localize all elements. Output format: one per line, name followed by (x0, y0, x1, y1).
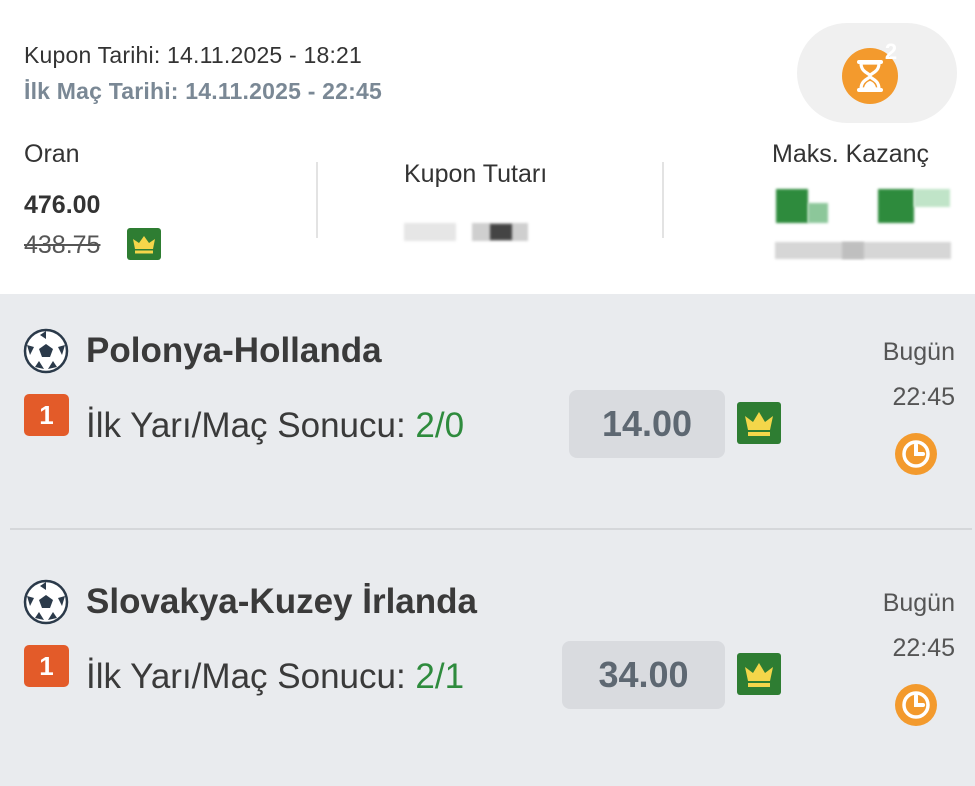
match-item: Slovakya-Kuzey İrlanda 1 İlk Yarı/Maç So… (0, 545, 975, 775)
match-day: Bugün (882, 338, 955, 366)
odds-value: 476.00 (24, 191, 101, 219)
bet-type-badge: 1 (24, 645, 69, 687)
bet-type-badge: 1 (24, 394, 69, 436)
odd-button[interactable]: 14.00 (569, 390, 725, 458)
odds-label: Oran (24, 140, 80, 168)
crown-icon (127, 228, 161, 260)
match-divider (10, 528, 972, 530)
crown-icon (737, 653, 781, 695)
first-match-date: İlk Maç Tarihi: 14.11.2025 - 22:45 (24, 78, 382, 104)
coupon-header: Kupon Tarihi: 14.11.2025 - 18:21 İlk Maç… (0, 0, 975, 294)
clock-icon (895, 433, 937, 475)
football-icon (23, 579, 69, 625)
match-day: Bugün (882, 589, 955, 617)
match-teams: Polonya-Hollanda (86, 331, 382, 370)
bet-label: İlk Yarı/Maç Sonucu: (86, 657, 416, 696)
odds-old-value: 438.75 (24, 231, 101, 259)
stat-divider (662, 162, 664, 238)
match-item: Polonya-Hollanda 1 İlk Yarı/Maç Sonucu: … (0, 294, 975, 530)
bet-label: İlk Yarı/Maç Sonucu: (86, 406, 416, 445)
stake-label: Kupon Tutarı (404, 160, 548, 188)
coupon-date: Kupon Tarihi: 14.11.2025 - 18:21 (24, 42, 363, 68)
football-icon (23, 328, 69, 374)
match-time: 22:45 (892, 383, 955, 411)
odd-button[interactable]: 34.00 (562, 641, 725, 709)
bet-result: 2/1 (415, 657, 465, 696)
timer-count-badge: 2 (884, 39, 898, 64)
bet-result: 2/0 (415, 406, 465, 445)
timer-button[interactable]: 2 (797, 23, 957, 123)
crown-icon (737, 402, 781, 444)
match-teams: Slovakya-Kuzey İrlanda (86, 582, 477, 621)
match-list: Polonya-Hollanda 1 İlk Yarı/Maç Sonucu: … (0, 294, 975, 786)
match-time: 22:45 (892, 634, 955, 662)
bet-description: İlk Yarı/Maç Sonucu: 2/0 (86, 406, 464, 446)
stat-divider (316, 162, 318, 238)
max-win-label: Maks. Kazanç (772, 140, 930, 168)
bet-description: İlk Yarı/Maç Sonucu: 2/1 (86, 657, 464, 697)
clock-icon (895, 684, 937, 726)
